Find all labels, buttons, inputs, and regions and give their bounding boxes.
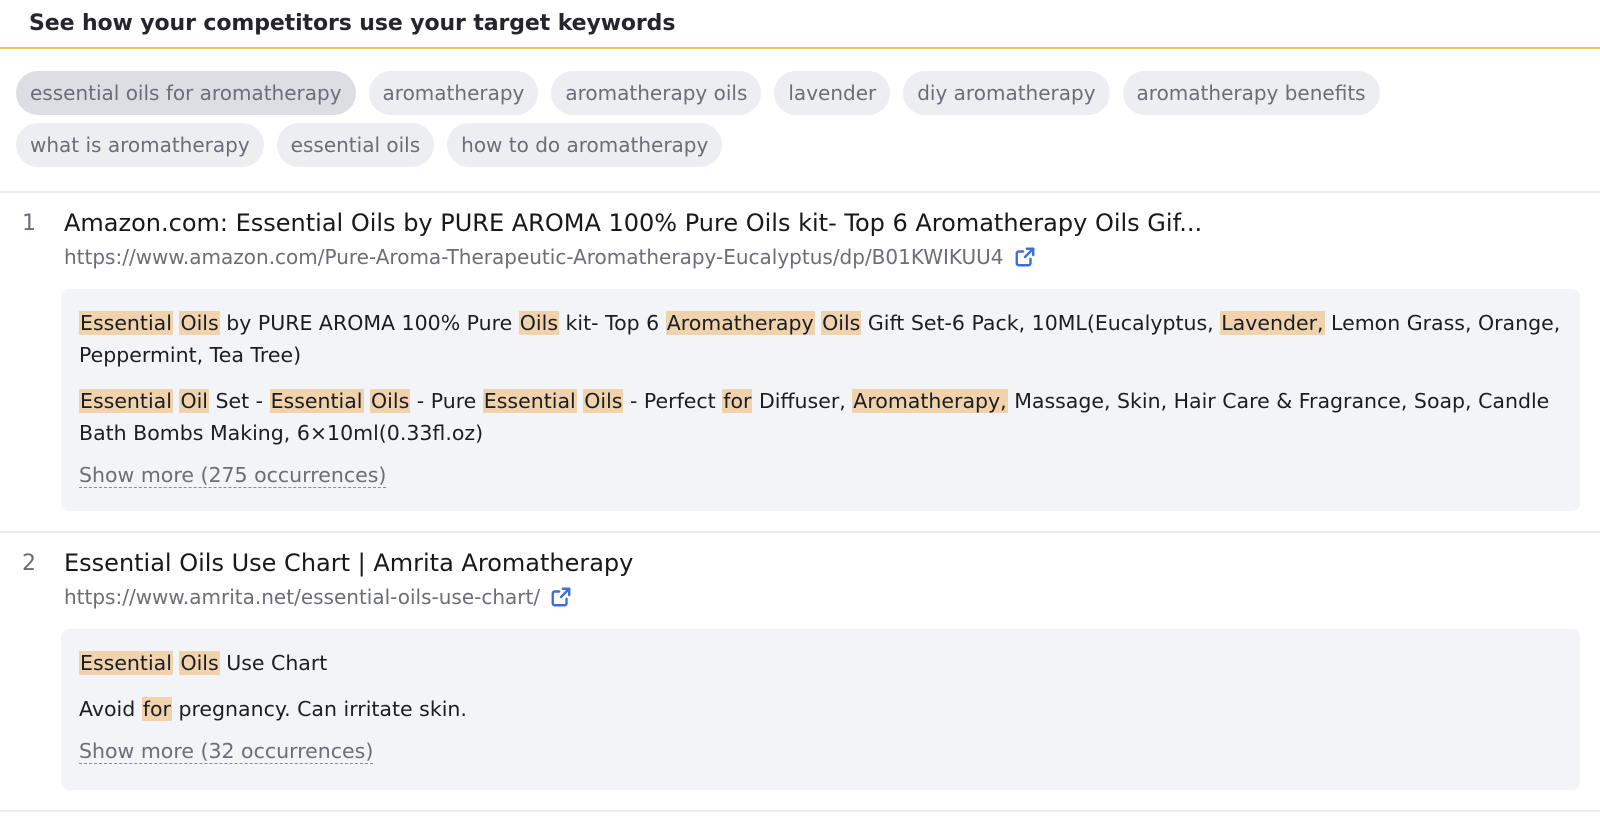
- result-url: https://www.amazon.com/Pure-Aroma-Therap…: [64, 245, 1004, 269]
- keyword-highlight: Oils: [179, 651, 220, 675]
- keyword-row: essential oils for aromatherapy aromather…: [16, 71, 1600, 115]
- keyword-highlight: Oils: [583, 389, 624, 413]
- keyword-chip[interactable]: aromatherapy oils: [551, 71, 762, 115]
- external-link-icon[interactable]: [1014, 246, 1036, 268]
- show-more-link[interactable]: Show more (275 occurrences): [79, 463, 387, 488]
- result-item: 2 Essential Oils Use Chart | Amrita Arom…: [0, 533, 1600, 812]
- snippet-segment: kit- Top 6: [559, 311, 666, 335]
- show-more-link[interactable]: Show more (32 occurrences): [79, 739, 374, 764]
- snippet-segment: - Pure: [410, 389, 483, 413]
- keyword-highlight: Aromatherapy: [665, 311, 815, 335]
- snippet-text: Essential Oil Set - Essential Oils - Pur…: [79, 385, 1562, 449]
- result-rank: 2: [22, 551, 36, 576]
- result-rank: 1: [22, 211, 36, 236]
- result-item: 1 Amazon.com: Essential Oils by PURE ARO…: [0, 193, 1600, 533]
- keyword-highlight: Essential: [79, 389, 173, 413]
- keyword-highlight: for: [722, 389, 753, 413]
- panel-title: See how your competitors use your target…: [29, 11, 676, 36]
- snippet-segment: Diffuser,: [752, 389, 853, 413]
- snippet-box: Essential Oils Use Chart Avoid for pregn…: [61, 629, 1580, 790]
- keyword-chip[interactable]: essential oils: [276, 123, 435, 167]
- keyword-highlight: Essential: [79, 651, 173, 675]
- keyword-row: what is aromatherapy essential oils how to…: [16, 123, 1600, 167]
- keyword-highlight: Oils: [821, 311, 862, 335]
- keyword-chip[interactable]: essential oils for aromatherapy: [16, 71, 356, 115]
- snippet-text: Avoid for pregnancy. Can irritate skin.: [79, 693, 1562, 725]
- keyword-highlight: Essential: [269, 389, 364, 413]
- snippet-box: Essential Oils by PURE AROMA 100% Pure O…: [61, 289, 1580, 511]
- result-title-link[interactable]: Essential Oils Use Chart | Amrita Aromat…: [64, 549, 633, 577]
- keyword-chip[interactable]: diy aromatherapy: [903, 71, 1110, 115]
- keyword-highlight: Oil: [179, 389, 209, 413]
- snippet-segment: Use Chart: [219, 651, 328, 675]
- keyword-chip[interactable]: how to do aromatherapy: [447, 123, 723, 167]
- keyword-highlight: Oils: [370, 389, 411, 413]
- result-url-row: https://www.amazon.com/Pure-Aroma-Therap…: [64, 245, 1036, 269]
- keyword-chip[interactable]: lavender: [774, 71, 891, 115]
- snippet-segment: pregnancy. Can irritate skin.: [171, 697, 467, 721]
- result-title-link[interactable]: Amazon.com: Essential Oils by PURE AROMA…: [64, 209, 1202, 237]
- snippet-segment: by PURE AROMA 100% Pure: [219, 311, 519, 335]
- keyword-highlight: Oils: [179, 311, 220, 335]
- keyword-chip[interactable]: aromatherapy benefits: [1122, 71, 1380, 115]
- snippet-segment: Gift Set-6 Pack, 10ML(Eucalyptus,: [861, 311, 1221, 335]
- keyword-chip[interactable]: aromatherapy: [368, 71, 539, 115]
- snippet-text: Essential Oils by PURE AROMA 100% Pure O…: [79, 307, 1562, 371]
- keyword-highlight: Oils: [518, 311, 560, 335]
- external-link-icon[interactable]: [550, 586, 572, 608]
- result-url: https://www.amrita.net/essential-oils-us…: [64, 585, 541, 609]
- snippet-segment: Avoid: [79, 697, 142, 721]
- result-url-row: https://www.amrita.net/essential-oils-us…: [64, 585, 572, 609]
- keyword-highlight: for: [141, 697, 172, 721]
- keyword-highlight: Aromatherapy,: [852, 389, 1008, 413]
- snippet-text: Essential Oils Use Chart: [79, 647, 1562, 679]
- panel-header: See how your competitors use your target…: [0, 0, 1600, 49]
- keyword-chip[interactable]: what is aromatherapy: [16, 123, 264, 167]
- snippet-segment: Set -: [208, 389, 270, 413]
- snippet-segment: - Perfect: [623, 389, 723, 413]
- keyword-highlight: Essential: [482, 389, 577, 413]
- keyword-filter: essential oils for aromatherapy aromather…: [0, 49, 1600, 193]
- keyword-highlight: Essential: [79, 311, 173, 335]
- keyword-highlight: Lavender,: [1220, 311, 1325, 335]
